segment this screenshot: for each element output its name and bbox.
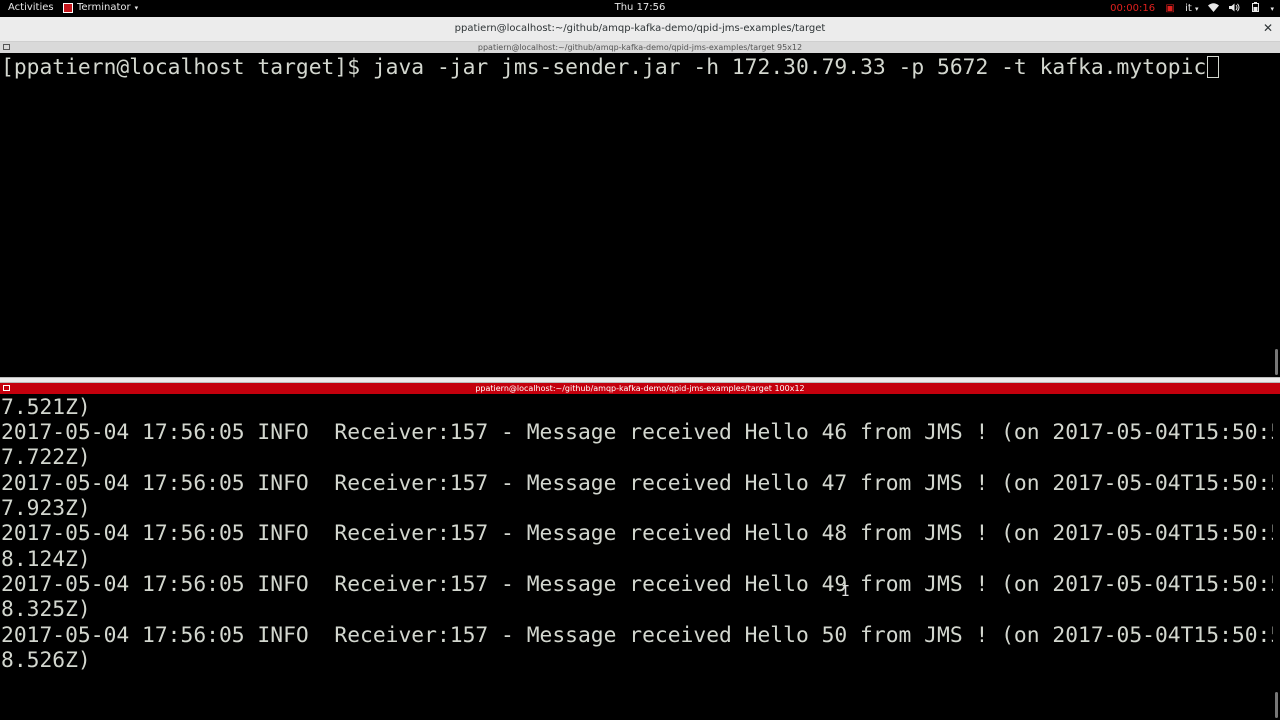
terminal-output-line: 2017-05-04 17:56:05 INFO Receiver:157 - … (1, 521, 1280, 546)
terminal-pane-1-titlebar[interactable]: ppatiern@localhost:~/github/amqp-kafka-d… (0, 42, 1280, 53)
scrollbar-thumb[interactable] (1275, 349, 1278, 375)
app-menu-terminator[interactable]: Terminator ▾ (63, 2, 138, 13)
terminal-pane-2-scrollbar[interactable] (1273, 394, 1280, 720)
terminal-pane-2-titlebar[interactable]: ppatiern@localhost:~/github/amqp-kafka-d… (0, 383, 1280, 394)
terminal-output-line: 2017-05-04 17:56:05 INFO Receiver:157 - … (1, 420, 1280, 445)
mouse-ibeam-cursor-icon: I (841, 582, 851, 600)
terminal-output-line: 7.521Z) (1, 395, 91, 420)
window-titlebar[interactable]: ppatiern@localhost:~/github/amqp-kafka-d… (0, 17, 1280, 42)
terminal-output-line: 8.325Z) (1, 597, 91, 622)
terminal-pane-1-title: ppatiern@localhost:~/github/amqp-kafka-d… (477, 43, 803, 52)
pane-grip-icon[interactable] (3, 44, 10, 50)
shell-prompt: [ppatiern@localhost target]$ (1, 55, 373, 80)
chevron-down-icon: ▾ (1194, 5, 1199, 13)
keyboard-layout-label: it (1185, 3, 1192, 14)
typed-command: java -jar jms-sender.jar -h 172.30.79.33… (372, 55, 1207, 80)
terminal-output-line: 7.923Z) (1, 496, 91, 521)
terminal-output-line: 2017-05-04 17:56:05 INFO Receiver:157 - … (1, 471, 1280, 496)
pane-grip-icon[interactable] (3, 385, 10, 391)
chevron-down-icon[interactable]: ▾ (1270, 5, 1274, 13)
terminal-command-line: [ppatiern@localhost target]$ java -jar j… (1, 55, 1220, 80)
screen-record-icon[interactable]: ▣ (1165, 3, 1175, 14)
terminal-pane-2-title: ppatiern@localhost:~/github/amqp-kafka-d… (475, 384, 805, 393)
terminal-pane-1[interactable]: [ppatiern@localhost target]$ java -jar j… (0, 53, 1280, 377)
app-menu-label: Terminator (77, 2, 131, 13)
chevron-down-icon: ▾ (134, 3, 139, 12)
system-tray[interactable]: 00:00:16 ▣ it ▾ ▾ (1110, 2, 1274, 15)
battery-icon[interactable] (1250, 2, 1260, 15)
volume-icon[interactable] (1229, 2, 1240, 15)
window-title: ppatiern@localhost:~/github/amqp-kafka-d… (454, 23, 826, 34)
terminal-output-line: 8.526Z) (1, 648, 91, 673)
terminal-output-line: 8.124Z) (1, 547, 91, 572)
keyboard-layout-menu[interactable]: it ▾ (1185, 3, 1198, 14)
terminal-pane-1-scrollbar[interactable] (1273, 53, 1280, 377)
activities-button[interactable]: Activities (8, 2, 54, 13)
gnome-top-bar: Activities Terminator ▾ Thu 17:56 00:00:… (0, 0, 1280, 17)
close-window-button[interactable]: ✕ (1263, 21, 1273, 35)
text-cursor (1207, 56, 1220, 78)
scrollbar-thumb[interactable] (1275, 692, 1278, 718)
clock[interactable]: Thu 17:56 (0, 2, 1280, 13)
terminal-pane-2[interactable]: 7.521Z) 2017-05-04 17:56:05 INFO Receive… (0, 394, 1280, 720)
terminal-output-line: 2017-05-04 17:56:05 INFO Receiver:157 - … (1, 572, 1280, 597)
terminal-output-line: 7.722Z) (1, 445, 91, 470)
terminator-app-icon (63, 2, 73, 13)
wifi-icon[interactable] (1208, 2, 1220, 15)
recording-timer: 00:00:16 (1110, 3, 1156, 14)
terminal-output-line: 2017-05-04 17:56:05 INFO Receiver:157 - … (1, 623, 1280, 648)
